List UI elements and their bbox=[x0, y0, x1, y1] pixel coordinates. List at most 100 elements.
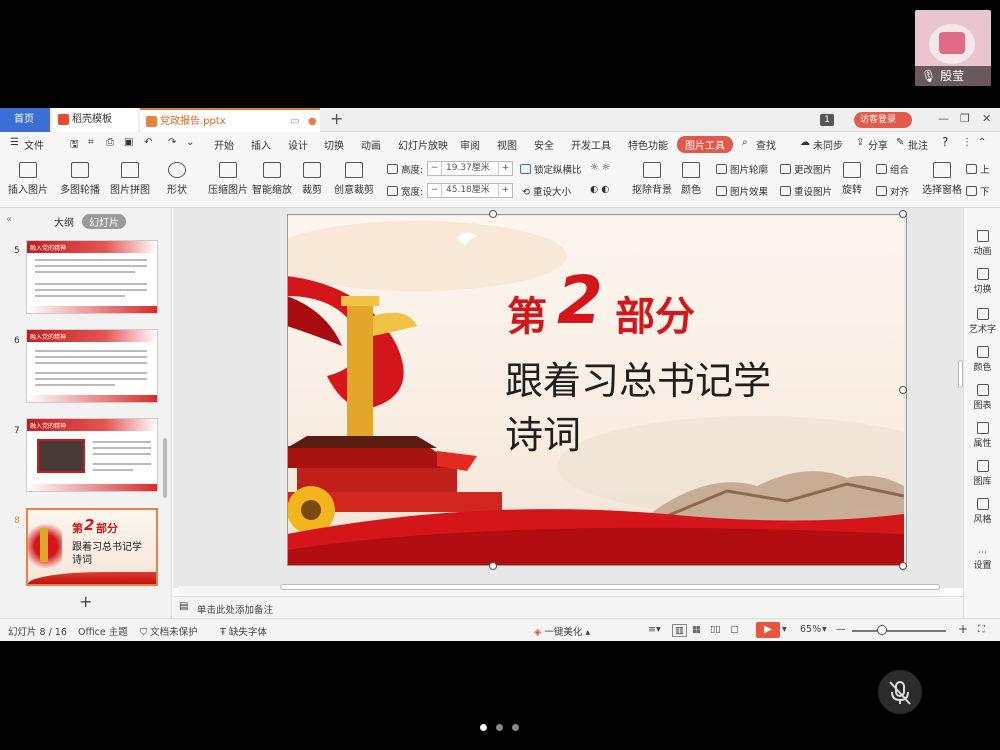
play-slideshow-button[interactable]: ▶ bbox=[756, 622, 780, 638]
height-field[interactable]: − 19.37厘米 + bbox=[427, 161, 513, 176]
print-icon[interactable]: ⎙ bbox=[106, 137, 114, 148]
presenter-view-icon[interactable]: ▢ bbox=[730, 624, 739, 635]
picture-outline-button[interactable]: 图片轮廓 bbox=[716, 162, 768, 176]
shape-button[interactable]: 形状 bbox=[167, 162, 187, 196]
slide-sorter-icon[interactable]: ▦ bbox=[692, 624, 701, 635]
picture-effect-button[interactable]: 图片效果 bbox=[716, 184, 768, 198]
tab-document[interactable]: 党政报告.pptx ▭ ● bbox=[140, 108, 320, 132]
slides-panel-scrollbar[interactable] bbox=[163, 438, 167, 498]
tab-outline[interactable]: 大纲 bbox=[54, 214, 74, 229]
rail-transition[interactable]: 切换 bbox=[964, 268, 1000, 295]
rail-properties[interactable]: 属性 bbox=[964, 422, 1000, 449]
guest-login-button[interactable]: 访客登录 bbox=[854, 112, 912, 128]
zoom-slider-thumb[interactable] bbox=[877, 625, 887, 635]
menu-design[interactable]: 设计 bbox=[288, 137, 308, 152]
menu-picture-tools[interactable]: 图片工具 bbox=[677, 136, 733, 153]
width-field[interactable]: − 45.18厘米 + bbox=[427, 183, 513, 198]
slide-thumbnail-5[interactable]: 融入党的精神 bbox=[26, 240, 158, 314]
window-count-badge[interactable]: 1 bbox=[820, 114, 834, 126]
remove-background-button[interactable]: 抠除背景 bbox=[632, 162, 672, 196]
comment-icon[interactable]: ✎ bbox=[896, 137, 904, 148]
cloud-sync-icon[interactable]: ☁ bbox=[800, 137, 810, 148]
share-icon[interactable]: ⇪ bbox=[856, 137, 864, 148]
lock-ratio-checkbox[interactable]: 锁定纵横比 bbox=[520, 162, 582, 176]
slide-thumbnail-8[interactable]: 第 2 部分 跟着习总书记学 诗词 bbox=[26, 508, 158, 586]
more-chevron-icon[interactable]: ⌄ bbox=[186, 137, 194, 148]
rail-wordart[interactable]: 艺术字 bbox=[964, 308, 1000, 335]
sync-status[interactable]: 未同步 bbox=[813, 137, 843, 152]
resize-handle-bottom-right[interactable] bbox=[899, 562, 907, 570]
tab-template[interactable]: 稻壳模板 bbox=[52, 108, 138, 132]
normal-view-icon[interactable]: ▥ bbox=[672, 624, 687, 637]
new-tab-button[interactable]: + bbox=[330, 108, 343, 132]
restore-icon[interactable]: ❐ bbox=[960, 112, 970, 125]
tab-home[interactable]: 首页 bbox=[0, 108, 50, 132]
brightness-icon[interactable]: ☼ ☼ bbox=[590, 162, 610, 173]
page-indicator-dot-active[interactable] bbox=[480, 724, 487, 731]
group-button[interactable]: 组合 bbox=[876, 162, 909, 176]
menu-view[interactable]: 视图 bbox=[497, 137, 517, 152]
redo-icon[interactable]: ↷ bbox=[168, 137, 176, 148]
tab-slides[interactable]: 幻灯片 bbox=[82, 214, 126, 229]
height-increase-button[interactable]: + bbox=[498, 162, 512, 175]
hamburger-icon[interactable]: ☰ bbox=[10, 137, 19, 148]
collapse-panel-icon[interactable]: « bbox=[6, 214, 12, 225]
zoom-level[interactable]: 65% bbox=[800, 624, 821, 635]
search-label[interactable]: 查找 bbox=[756, 137, 776, 152]
zoom-dropdown-icon[interactable]: ▾ bbox=[822, 624, 827, 635]
change-picture-button[interactable]: 更改图片 bbox=[780, 162, 832, 176]
preview-icon[interactable]: ▣ bbox=[124, 137, 133, 148]
help-button[interactable]: ? bbox=[942, 135, 948, 149]
height-decrease-button[interactable]: − bbox=[428, 162, 442, 175]
contrast-icon[interactable]: ◐ ◐ bbox=[590, 184, 610, 195]
comment-button[interactable]: 批注 bbox=[908, 137, 928, 152]
tab-restore-icon[interactable]: ▭ bbox=[290, 110, 299, 134]
mute-microphone-button[interactable] bbox=[878, 670, 922, 714]
zoom-in-button[interactable]: + bbox=[958, 622, 968, 636]
protection-status[interactable]: ⛉ 文档未保护 bbox=[140, 624, 198, 638]
color-button[interactable]: 颜色 bbox=[681, 162, 701, 196]
menu-review[interactable]: 审阅 bbox=[460, 137, 480, 152]
reset-size-button[interactable]: ⟲ 重设大小 bbox=[522, 184, 571, 198]
rail-animation[interactable]: 动画 bbox=[964, 230, 1000, 257]
reading-view-icon[interactable]: ▯▯ bbox=[710, 624, 720, 635]
slideshow-options-icon[interactable]: ▾ bbox=[782, 624, 787, 635]
fit-window-icon[interactable]: ⛶ bbox=[978, 624, 985, 635]
search-icon[interactable]: ⌕ bbox=[742, 137, 748, 148]
rail-style[interactable]: 风格 bbox=[964, 498, 1000, 525]
multi-outline-button[interactable]: 多图轮播 bbox=[60, 162, 100, 196]
canvas-vertical-scrollbar[interactable] bbox=[958, 360, 963, 388]
notes-area[interactable]: ▤ 单击此处添加备注 bbox=[173, 596, 963, 618]
canvas-horizontal-scrollbar[interactable] bbox=[280, 584, 940, 590]
insert-picture-button[interactable]: 插入图片 bbox=[8, 162, 48, 196]
zoom-out-button[interactable]: — bbox=[836, 624, 846, 635]
menu-file[interactable]: 文件 bbox=[24, 137, 44, 152]
menu-animation[interactable]: 动画 bbox=[361, 137, 381, 152]
reset-picture-button[interactable]: 重设图片 bbox=[780, 184, 832, 198]
align-button[interactable]: 对齐 bbox=[876, 184, 909, 198]
send-down-button[interactable]: 下 bbox=[966, 184, 990, 198]
ribbon-toggle-icon[interactable]: ⋮ bbox=[962, 137, 972, 148]
collapse-ribbon-icon[interactable]: ⌃ bbox=[978, 137, 986, 148]
slide-thumbnail-6[interactable]: 融入党的精神 bbox=[26, 329, 158, 403]
add-slide-button[interactable]: + bbox=[79, 592, 92, 611]
menu-slideshow[interactable]: 幻灯片放映 bbox=[398, 137, 448, 152]
notes-toggle-icon[interactable]: ≡▾ bbox=[648, 624, 661, 635]
undo-icon[interactable]: ↶ bbox=[144, 137, 152, 148]
slide-thumbnail-7[interactable]: 融入党的精神 bbox=[26, 418, 158, 492]
resize-handle-top[interactable] bbox=[489, 210, 497, 218]
bring-up-button[interactable]: 上 bbox=[966, 162, 990, 176]
menu-insert[interactable]: 插入 bbox=[251, 137, 271, 152]
zoom-slider-track[interactable] bbox=[852, 630, 946, 632]
save-icon[interactable]: 🖫 bbox=[70, 137, 79, 154]
resize-handle-bottom[interactable] bbox=[489, 562, 497, 570]
picture-selection-box[interactable] bbox=[287, 214, 907, 566]
theme-name[interactable]: Office 主题 bbox=[78, 624, 128, 638]
creative-crop-button[interactable]: 创意裁剪 bbox=[334, 162, 374, 196]
resize-handle-right[interactable] bbox=[899, 386, 907, 394]
page-indicator-dot[interactable] bbox=[496, 724, 503, 731]
compress-picture-button[interactable]: 压缩图片 bbox=[208, 162, 248, 196]
menu-developer[interactable]: 开发工具 bbox=[571, 137, 611, 152]
rail-color[interactable]: 颜色 bbox=[964, 346, 1000, 373]
menu-transition[interactable]: 切换 bbox=[324, 137, 344, 152]
